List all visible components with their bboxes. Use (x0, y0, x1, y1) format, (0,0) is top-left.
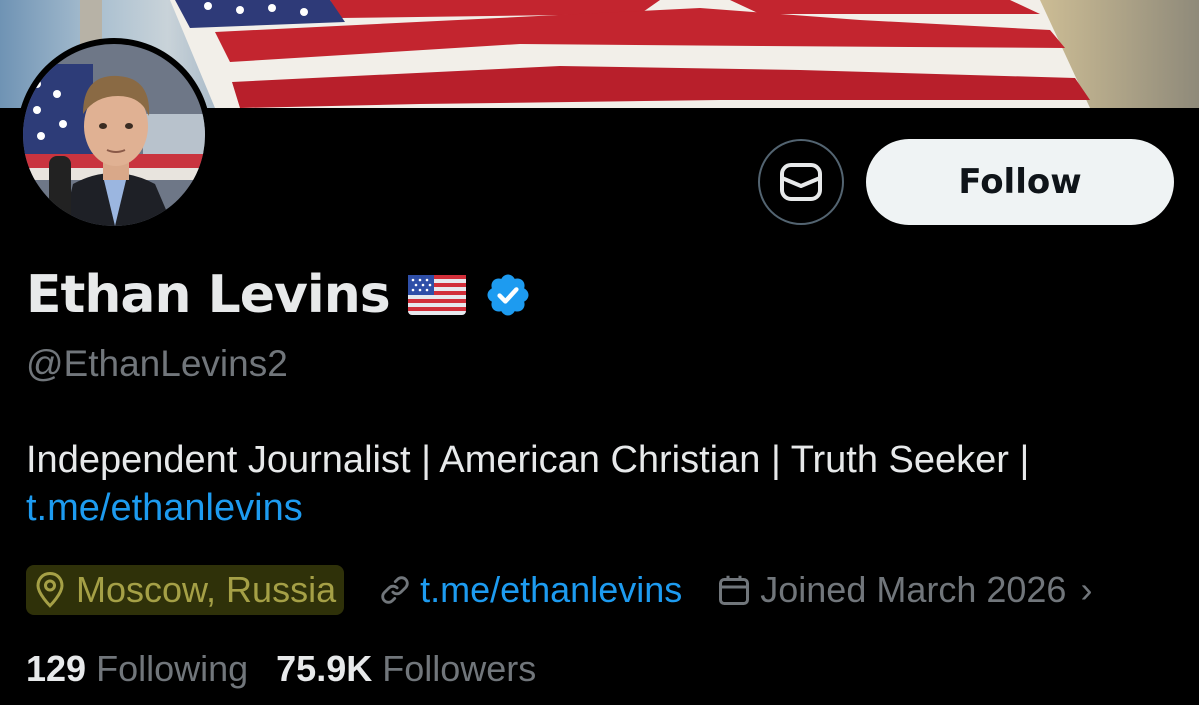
bio-text: Independent Journalist | American Christ… (26, 439, 1030, 481)
link-icon (381, 576, 409, 604)
us-flag-emoji (407, 275, 466, 315)
follow-stats: 129 Following 75.9K Followers (26, 642, 536, 696)
website-item[interactable]: t.me/ethanlevins (378, 569, 682, 611)
followers-label[interactable]: Followers (382, 648, 536, 690)
joined-text: Joined March 2026 (760, 569, 1067, 610)
more-chevron-icon[interactable]: › (1080, 569, 1092, 611)
envelope-icon (780, 163, 822, 201)
location-item: Moscow, Russia (26, 565, 345, 615)
location-pin-icon (36, 571, 64, 608)
avatar-photo (23, 44, 205, 226)
joined-item: Joined March 2026 › (716, 569, 1092, 611)
verified-badge-icon[interactable] (484, 271, 532, 319)
name-row: Ethan Levins (26, 262, 532, 328)
profile-bio: Independent Journalist | American Christ… (26, 436, 1186, 532)
profile-avatar[interactable] (17, 38, 211, 232)
calendar-icon (719, 575, 750, 605)
profile-meta: Moscow, Russia t.me/ethanlevins Joined M… (26, 563, 1092, 617)
following-label[interactable]: Following (96, 648, 248, 690)
follow-button[interactable]: Follow (866, 139, 1174, 225)
message-button[interactable] (758, 139, 844, 225)
user-handle: @EthanLevins2 (26, 343, 288, 384)
website-link[interactable]: t.me/ethanlevins (420, 569, 682, 611)
display-name: Ethan Levins (26, 265, 391, 325)
location-text: Moscow, Russia (76, 569, 337, 610)
following-count[interactable]: 129 (26, 648, 86, 690)
followers-count[interactable]: 75.9K (276, 648, 372, 690)
bio-link[interactable]: t.me/ethanlevins (26, 484, 1186, 532)
